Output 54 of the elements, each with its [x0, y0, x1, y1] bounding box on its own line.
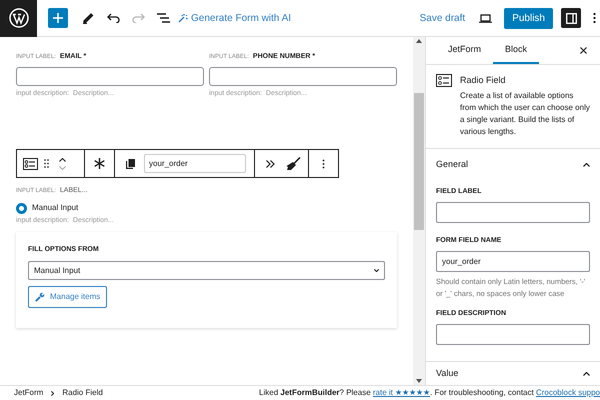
plus-icon: [53, 13, 63, 23]
radio-option-label[interactable]: Manual Input: [32, 202, 78, 214]
sidebar-toggle-button[interactable]: [561, 8, 581, 28]
publish-button[interactable]: Publish: [504, 8, 553, 28]
text-input-field[interactable]: [436, 324, 590, 345]
sidebar-tab[interactable]: Block: [493, 37, 540, 64]
drag-handle-icon[interactable]: [44, 159, 49, 168]
text-input-field[interactable]: [209, 67, 397, 86]
block-description: Create a list of available options from which the user can choose only a single variant. Build the lists of various lengths.: [460, 90, 590, 138]
text-input-field[interactable]: [16, 67, 204, 86]
asterisk-icon[interactable]: [94, 158, 105, 169]
more-options-icon[interactable]: [593, 12, 596, 24]
radio-list-icon[interactable]: [23, 158, 38, 170]
wordpress-logo-icon: [8, 8, 28, 28]
move-up-icon[interactable]: [59, 158, 66, 162]
save-draft-button[interactable]: Save draft: [420, 10, 466, 26]
breadcrumb-link[interactable]: Radio Field: [62, 387, 103, 399]
magic-wand-icon: [178, 13, 188, 23]
chevron-up-icon: [583, 372, 590, 376]
breadcrumb-link[interactable]: JetForm: [14, 387, 44, 399]
field-name-input[interactable]: your_order: [144, 154, 246, 173]
fill-options-select[interactable]: Manual Input: [28, 261, 385, 280]
laptop-icon[interactable]: [479, 14, 492, 22]
chevron-down-icon: [374, 269, 379, 272]
sidebar-icon: [566, 12, 576, 24]
more-options-icon[interactable]: [322, 158, 325, 168]
scroll-down-icon[interactable]: [416, 379, 422, 383]
scrollbar[interactable]: [413, 37, 425, 385]
wordpress-logo[interactable]: [0, 0, 37, 36]
wrench-icon: [35, 292, 45, 302]
pencil-icon[interactable]: [82, 12, 94, 24]
radio-list-icon: [436, 74, 452, 87]
footer-notice: Liked JetFormBuilder? Please rate it ★★★★★. For troubleshooting, contact Crocoblock suppo: [259, 387, 600, 399]
list-view-icon[interactable]: [157, 13, 170, 23]
text-input-field[interactable]: [436, 202, 590, 223]
panel-header[interactable]: Value: [436, 362, 590, 385]
notice-link[interactable]: rate it ★★★★★: [372, 388, 430, 397]
panel-header[interactable]: General: [436, 149, 590, 180]
close-icon[interactable]: [580, 47, 587, 54]
chevron-up-icon: [583, 162, 590, 166]
radio-button[interactable]: [16, 202, 27, 214]
generate-form-button[interactable]: Generate Form with AI: [178, 10, 292, 26]
scroll-up-icon[interactable]: [416, 39, 422, 43]
double-chevron-icon[interactable]: [266, 160, 275, 168]
sidebar-tab[interactable]: JetForm: [436, 37, 494, 64]
text-input-field[interactable]: your_order: [436, 251, 590, 272]
add-block-button[interactable]: [48, 8, 68, 28]
copy-icon[interactable]: [126, 158, 135, 168]
manage-items-button[interactable]: Manage items: [28, 286, 108, 308]
block-title: Radio Field: [460, 74, 507, 87]
notice-link[interactable]: Crocoblock suppo: [536, 388, 600, 397]
brush-icon[interactable]: [286, 156, 301, 170]
chevron-right-icon: [51, 390, 54, 396]
undo-icon[interactable]: [107, 13, 120, 23]
